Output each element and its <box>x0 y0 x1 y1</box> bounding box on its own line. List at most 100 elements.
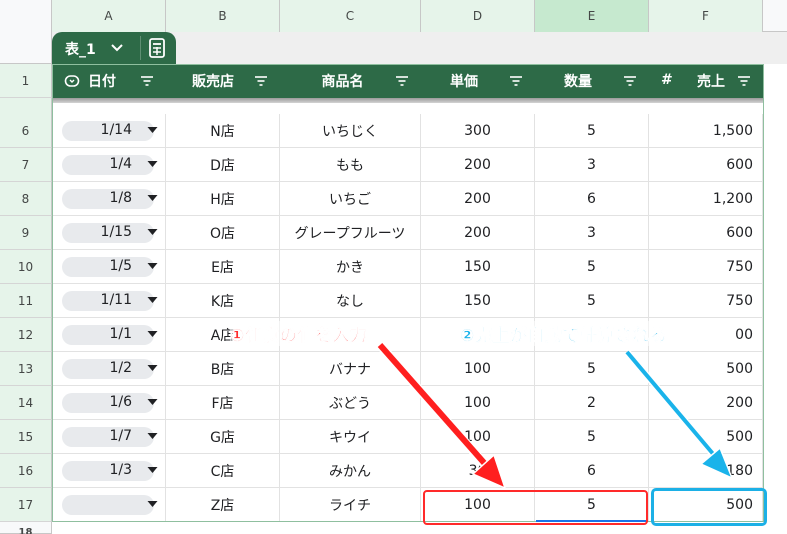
select-all-corner[interactable] <box>0 0 52 32</box>
sales-cell[interactable]: 750 <box>649 284 763 318</box>
quantity-cell[interactable]: 5 <box>535 250 649 284</box>
row-header[interactable]: 7 <box>0 148 52 182</box>
sales-cell[interactable]: 600 <box>649 216 763 250</box>
date-dropdown-chip[interactable]: 1/4 <box>62 155 158 175</box>
price-cell[interactable]: 150 <box>421 284 535 318</box>
sales-cell[interactable]: 500 <box>649 420 763 454</box>
store-cell[interactable]: O店 <box>166 216 280 250</box>
chevron-down-icon[interactable] <box>110 38 124 60</box>
product-cell[interactable]: グレープフルーツ <box>280 216 421 250</box>
filter-icon[interactable] <box>623 74 637 88</box>
row-header[interactable]: 13 <box>0 352 52 386</box>
column-header-d[interactable]: D <box>421 0 535 32</box>
date-dropdown-chip[interactable]: 1/8 <box>62 189 158 209</box>
date-cell[interactable]: 1/8 <box>52 182 166 216</box>
price-cell[interactable]: 30 <box>421 454 535 488</box>
price-cell[interactable]: 150 <box>421 250 535 284</box>
date-cell[interactable]: 1/15 <box>52 216 166 250</box>
store-cell[interactable]: K店 <box>166 284 280 318</box>
product-cell[interactable]: ぶどう <box>280 386 421 420</box>
column-header-f[interactable]: F <box>649 0 763 32</box>
calculator-icon[interactable] <box>145 36 169 60</box>
sales-cell[interactable]: 200 <box>649 386 763 420</box>
date-cell[interactable]: 1/11 <box>52 284 166 318</box>
quantity-cell[interactable]: 5 <box>535 284 649 318</box>
store-cell[interactable]: Z店 <box>166 488 280 522</box>
frozen-row-divider[interactable] <box>52 98 763 103</box>
store-cell[interactable]: D店 <box>166 148 280 182</box>
date-cell[interactable]: 1/7 <box>52 420 166 454</box>
row-header[interactable]: 16 <box>0 454 52 488</box>
product-cell[interactable]: いちじく <box>280 114 421 148</box>
date-cell[interactable] <box>52 488 166 522</box>
date-dropdown-chip[interactable]: 1/11 <box>62 291 158 311</box>
column-header-e[interactable]: E <box>535 0 649 32</box>
date-dropdown-chip[interactable]: 1/6 <box>62 393 158 413</box>
header-product[interactable]: 商品名 <box>280 64 421 98</box>
header-price[interactable]: 単価 <box>421 64 535 98</box>
date-cell[interactable]: 1/14 <box>52 114 166 148</box>
store-cell[interactable]: E店 <box>166 250 280 284</box>
header-sales[interactable]: # 売上 <box>649 64 763 98</box>
header-store[interactable]: 販売店 <box>166 64 280 98</box>
filter-icon[interactable] <box>140 74 154 88</box>
price-cell[interactable]: 200 <box>421 148 535 182</box>
filter-icon[interactable] <box>509 74 523 88</box>
sales-cell[interactable]: 500 <box>649 352 763 386</box>
product-cell[interactable]: もも <box>280 148 421 182</box>
quantity-cell[interactable]: 5 <box>535 114 649 148</box>
date-cell[interactable]: 1/3 <box>52 454 166 488</box>
date-cell[interactable]: 1/2 <box>52 352 166 386</box>
quantity-cell[interactable]: 3 <box>535 216 649 250</box>
row-header[interactable]: 17 <box>0 488 52 522</box>
sales-cell[interactable]: 1,500 <box>649 114 763 148</box>
product-cell[interactable]: なし <box>280 284 421 318</box>
store-cell[interactable]: B店 <box>166 352 280 386</box>
date-cell[interactable]: 1/5 <box>52 250 166 284</box>
row-header[interactable]: 9 <box>0 216 52 250</box>
price-cell[interactable]: 100 <box>421 352 535 386</box>
price-cell[interactable]: 100 <box>421 386 535 420</box>
quantity-cell[interactable]: 2 <box>535 386 649 420</box>
price-cell[interactable]: 200 <box>421 216 535 250</box>
column-header-a[interactable]: A <box>52 0 166 32</box>
table-name-tab[interactable]: 表_1 <box>52 32 176 64</box>
store-cell[interactable]: N店 <box>166 114 280 148</box>
sales-cell[interactable]: 750 <box>649 250 763 284</box>
date-dropdown-chip[interactable]: 1/7 <box>62 427 158 447</box>
row-header[interactable]: 18 <box>0 522 52 534</box>
row-header[interactable]: 15 <box>0 420 52 454</box>
row-header[interactable]: 11 <box>0 284 52 318</box>
product-cell[interactable]: キウイ <box>280 420 421 454</box>
row-header[interactable]: 8 <box>0 182 52 216</box>
quantity-cell[interactable]: 6 <box>535 454 649 488</box>
column-header-c[interactable]: C <box>280 0 421 32</box>
header-quantity[interactable]: 数量 <box>535 64 649 98</box>
row-header[interactable]: 10 <box>0 250 52 284</box>
date-dropdown-chip[interactable]: 1/15 <box>62 223 158 243</box>
quantity-cell[interactable]: 3 <box>535 148 649 182</box>
product-cell[interactable]: バナナ <box>280 352 421 386</box>
store-cell[interactable]: F店 <box>166 386 280 420</box>
product-cell[interactable]: かき <box>280 250 421 284</box>
price-cell[interactable]: 200 <box>421 182 535 216</box>
price-cell[interactable]: 300 <box>421 114 535 148</box>
quantity-cell[interactable]: 5 <box>535 352 649 386</box>
date-dropdown-chip[interactable]: 1/5 <box>62 257 158 277</box>
row-header[interactable]: 6 <box>0 114 52 148</box>
sales-cell[interactable]: 600 <box>649 148 763 182</box>
date-dropdown-chip[interactable]: 1/3 <box>62 461 158 481</box>
filter-icon[interactable] <box>737 74 751 88</box>
filter-icon[interactable] <box>395 74 409 88</box>
sales-cell[interactable]: 1,200 <box>649 182 763 216</box>
date-cell[interactable]: 1/6 <box>52 386 166 420</box>
store-cell[interactable]: G店 <box>166 420 280 454</box>
quantity-cell[interactable]: 6 <box>535 182 649 216</box>
date-cell[interactable]: 1/4 <box>52 148 166 182</box>
store-cell[interactable]: C店 <box>166 454 280 488</box>
product-cell[interactable]: ライチ <box>280 488 421 522</box>
store-cell[interactable]: H店 <box>166 182 280 216</box>
row-header[interactable]: 12 <box>0 318 52 352</box>
quantity-cell[interactable]: 5 <box>535 420 649 454</box>
product-cell[interactable]: みかん <box>280 454 421 488</box>
